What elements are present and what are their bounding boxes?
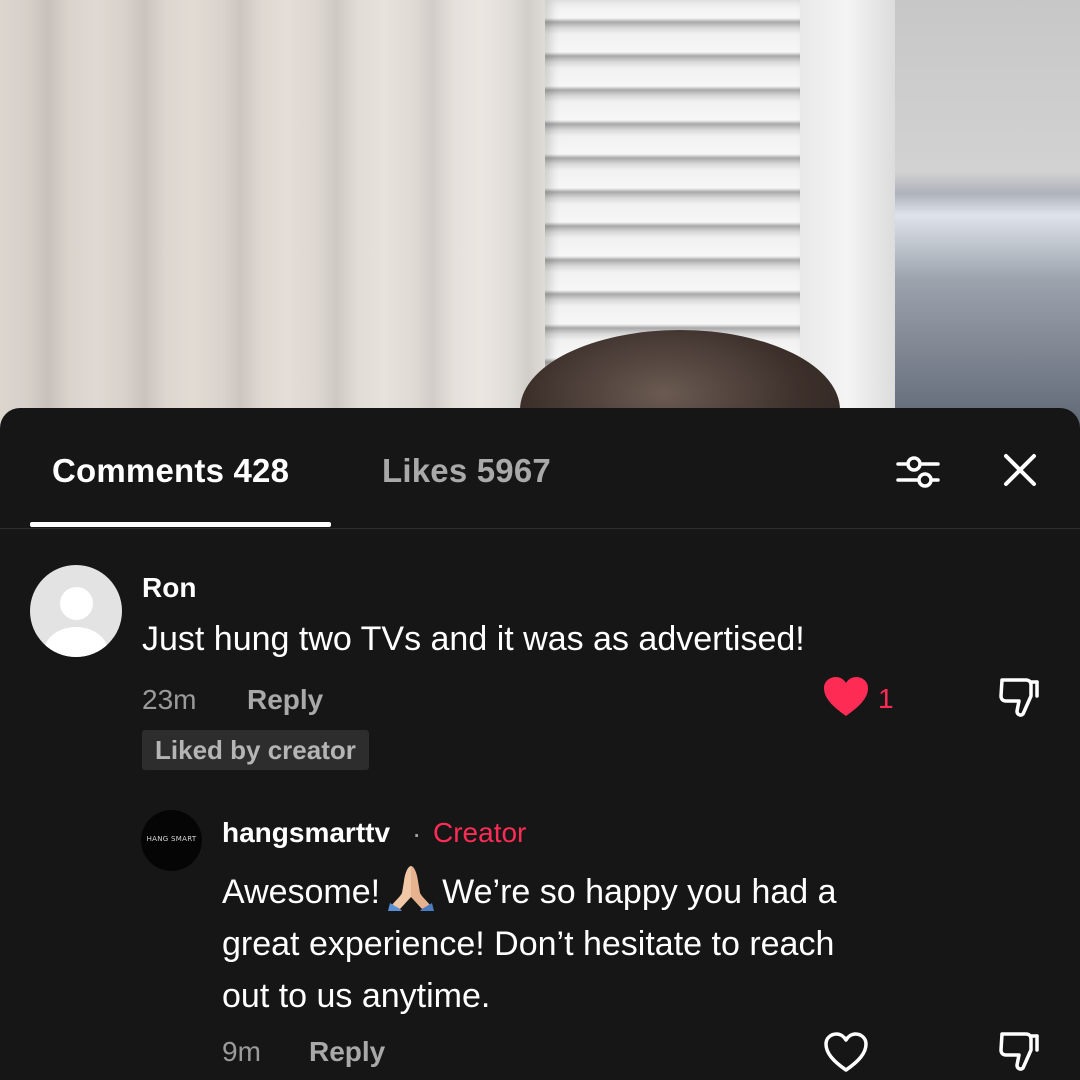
window-glass [895, 0, 1080, 430]
tab-likes[interactable]: Likes 5967 [382, 452, 551, 490]
thumbs-down-icon[interactable] [996, 1028, 1042, 1074]
reply-text-line-3: out to us anytime. [222, 977, 491, 1015]
creator-avatar[interactable]: HANG SMART [141, 810, 202, 871]
comment-text: Just hung two TVs and it was as advertis… [142, 620, 805, 658]
folded-hands-icon [386, 863, 436, 911]
close-icon[interactable] [996, 446, 1044, 494]
heart-icon[interactable] [823, 676, 869, 718]
reply-username[interactable]: hangsmarttv [222, 817, 390, 849]
comment-timestamp: 23m [142, 684, 197, 715]
tab-bar: Comments 428 Likes 5967 [0, 408, 1080, 529]
reply-timestamp: 9m [222, 1036, 261, 1067]
comment-username[interactable]: Ron [142, 572, 196, 604]
reply-to-reply-button[interactable]: Reply [309, 1036, 385, 1068]
liked-by-creator-badge: Liked by creator [142, 730, 369, 770]
reply-text-line-2: great experience! Don’t hesitate to reac… [222, 925, 835, 963]
comments-sheet: Comments 428 Likes 5967 Ron Just hung tw… [0, 408, 1080, 1080]
video-background[interactable] [0, 0, 1080, 430]
avatar[interactable] [30, 565, 122, 657]
avatar-logo-text: HANG SMART [146, 835, 197, 843]
thumbs-down-icon[interactable] [996, 674, 1042, 720]
reply-text: Awesome! We’re so happy you had a great … [222, 863, 982, 1022]
creator-label: Creator [433, 817, 527, 848]
like-count: 1 [878, 683, 894, 714]
heart-outline-icon[interactable] [823, 1031, 869, 1073]
reply-text-line-1: Awesome! We’re so happy you had a [222, 863, 982, 918]
active-tab-indicator [30, 522, 331, 527]
tab-comments[interactable]: Comments 428 [52, 452, 289, 490]
filter-sliders-icon[interactable] [894, 448, 942, 496]
reply-button[interactable]: Reply [247, 684, 323, 716]
separator-dot: · [412, 818, 422, 849]
